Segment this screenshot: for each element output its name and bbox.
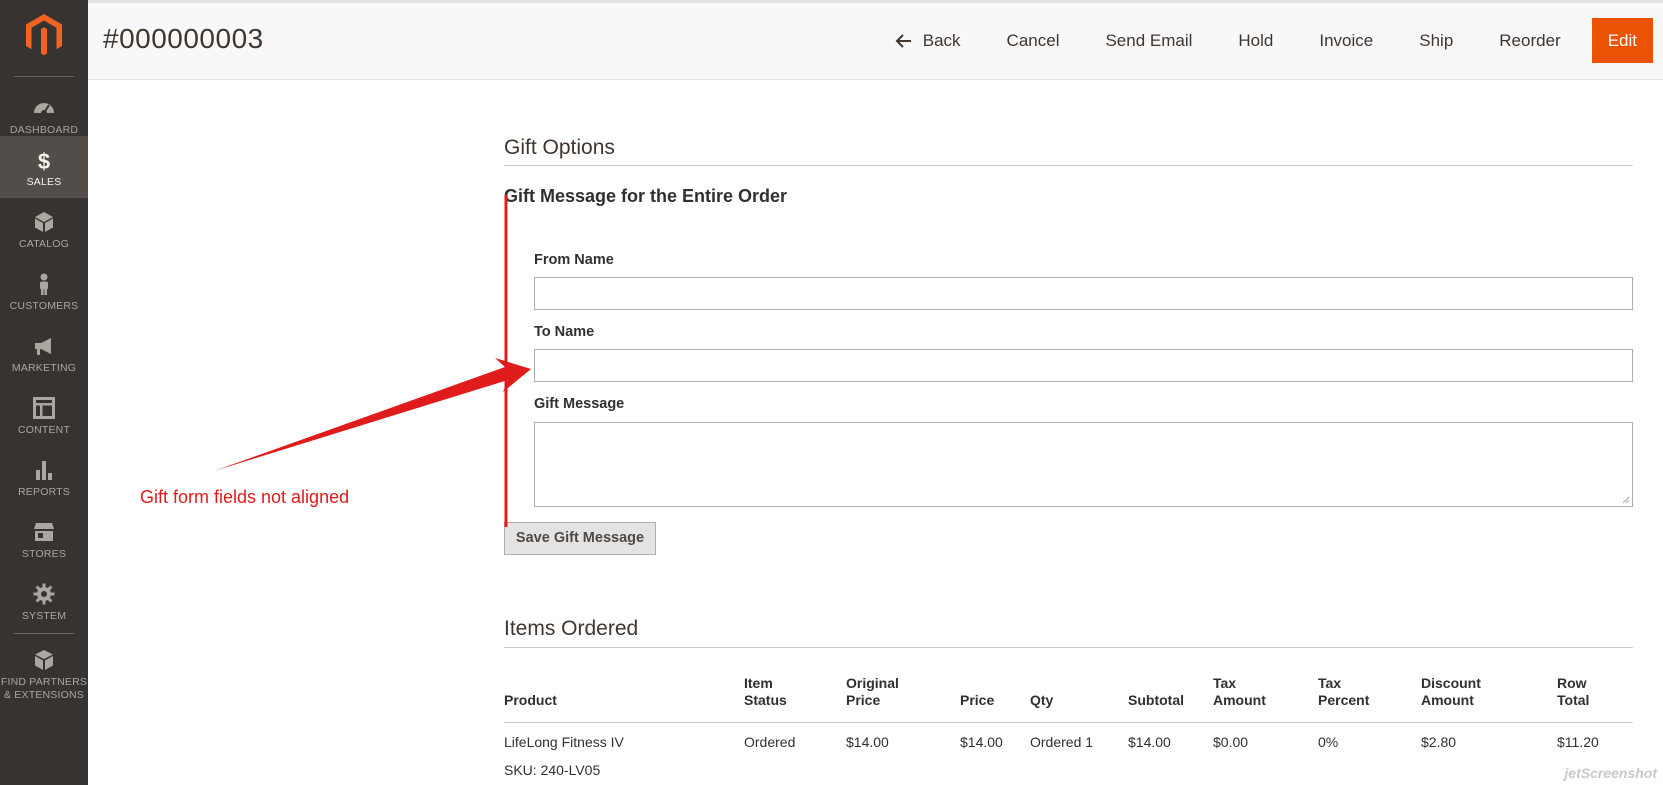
page-header: #000000003 Back Cancel Send Email Hold I… <box>88 0 1663 80</box>
bar-chart-icon <box>36 461 52 480</box>
column-header-row-total: Row Total <box>1557 675 1590 708</box>
ship-button[interactable]: Ship <box>1396 18 1476 63</box>
storefront-icon <box>34 523 54 541</box>
back-button[interactable]: Back <box>872 18 984 63</box>
back-label: Back <box>922 31 961 50</box>
dashboard-icon <box>34 103 54 116</box>
sidebar-label: STORES <box>21 548 67 560</box>
sidebar-label: SYSTEM <box>21 610 67 622</box>
sidebar-label: CATALOG <box>18 238 70 250</box>
column-header-item-status: Item Status <box>744 675 787 708</box>
page-title: #000000003 <box>103 23 264 54</box>
box-icon <box>35 212 53 232</box>
sidebar-label: SALES <box>26 176 62 188</box>
from-name-input[interactable] <box>534 277 1633 310</box>
sidebar-label: FIND PARTNERS & EXTENSIONS <box>0 676 88 701</box>
sidebar-item-sales[interactable]: $ SALES <box>0 136 88 198</box>
qty: Ordered 1 <box>1030 734 1094 750</box>
hold-button[interactable]: Hold <box>1215 18 1296 63</box>
column-header-tax-amount: Tax Amount <box>1213 675 1266 708</box>
sidebar-label: CUSTOMERS <box>9 300 79 312</box>
reorder-button[interactable]: Reorder <box>1476 18 1583 63</box>
column-header-price: Price <box>960 692 995 708</box>
layout-icon <box>33 397 55 419</box>
items-ordered-title: Items Ordered <box>504 617 639 640</box>
subtotal: $14.00 <box>1128 734 1171 750</box>
column-header-tax-percent: Tax Percent <box>1318 675 1370 708</box>
product-sku: SKU: 240-LV05 <box>504 762 601 778</box>
price: $14.00 <box>960 734 1003 750</box>
section-divider <box>504 647 1633 648</box>
annotation-overlay <box>214 195 531 527</box>
sidebar-item-system[interactable]: SYSTEM <box>0 570 88 632</box>
original-price: $14.00 <box>846 734 889 750</box>
product-name: LifeLong Fitness IV <box>504 734 624 750</box>
sidebar-item-catalog[interactable]: CATALOG <box>0 198 88 260</box>
gift-options-title: Gift Options <box>504 136 615 159</box>
sidebar-label: MARKETING <box>11 362 77 374</box>
edit-button[interactable]: Edit <box>1591 18 1653 63</box>
resize-grip-icon[interactable] <box>1622 496 1630 504</box>
tax-amount: $0.00 <box>1213 734 1249 750</box>
item-status: Ordered <box>744 734 796 750</box>
save-gift-message-button[interactable]: Save Gift Message <box>504 522 656 555</box>
sidebar-divider <box>14 633 74 634</box>
admin-sidebar: DASHBOARD $ SALES CATALOG CUSTOMERS MARK… <box>0 0 88 785</box>
sidebar-divider <box>14 76 74 77</box>
to-name-label: To Name <box>534 324 595 340</box>
sidebar-item-marketing[interactable]: MARKETING <box>0 322 88 384</box>
sidebar-item-stores[interactable]: STORES <box>0 508 88 570</box>
to-name-input[interactable] <box>534 349 1633 382</box>
send-email-button[interactable]: Send Email <box>1082 18 1215 63</box>
cube-icon <box>35 650 53 670</box>
gift-message-label: Gift Message <box>534 396 625 412</box>
gift-message-subtitle: Gift Message for the Entire Order <box>504 186 788 206</box>
sidebar-item-find-partners[interactable]: FIND PARTNERS & EXTENSIONS <box>0 636 88 716</box>
page-actions: Back Cancel Send Email Hold Invoice Ship… <box>872 18 1653 63</box>
column-header-discount-amount: Discount Amount <box>1421 675 1481 708</box>
table-header-divider <box>504 722 1633 723</box>
section-divider <box>504 165 1633 166</box>
megaphone-icon <box>35 338 51 355</box>
arrow-left-icon <box>895 33 911 48</box>
annotation-arrow-icon <box>214 358 531 471</box>
column-header-product: Product <box>504 692 557 708</box>
column-header-subtotal: Subtotal <box>1128 692 1184 708</box>
gear-icon <box>33 583 55 605</box>
cancel-button[interactable]: Cancel <box>984 18 1083 63</box>
watermark: jetScreenshot <box>1564 765 1657 781</box>
sidebar-item-customers[interactable]: CUSTOMERS <box>0 260 88 322</box>
svg-text:$: $ <box>38 149 50 172</box>
column-header-original-price: Original Price <box>846 675 899 708</box>
annotation-text: Gift form fields not aligned <box>140 487 350 507</box>
gift-message-textarea[interactable] <box>534 422 1633 507</box>
sidebar-item-content[interactable]: CONTENT <box>0 384 88 446</box>
sidebar-label: CONTENT <box>17 424 71 436</box>
magento-logo-icon[interactable] <box>0 0 88 74</box>
invoice-button[interactable]: Invoice <box>1296 18 1396 63</box>
tax-percent: 0% <box>1318 734 1339 750</box>
dollar-icon: $ <box>38 149 50 172</box>
column-header-qty: Qty <box>1030 692 1054 708</box>
sidebar-item-reports[interactable]: REPORTS <box>0 446 88 508</box>
discount-amount: $2.80 <box>1421 734 1457 750</box>
from-name-label: From Name <box>534 252 614 268</box>
person-icon <box>40 273 48 295</box>
sidebar-label: REPORTS <box>18 486 70 498</box>
row-total: $11.20 <box>1557 734 1599 750</box>
